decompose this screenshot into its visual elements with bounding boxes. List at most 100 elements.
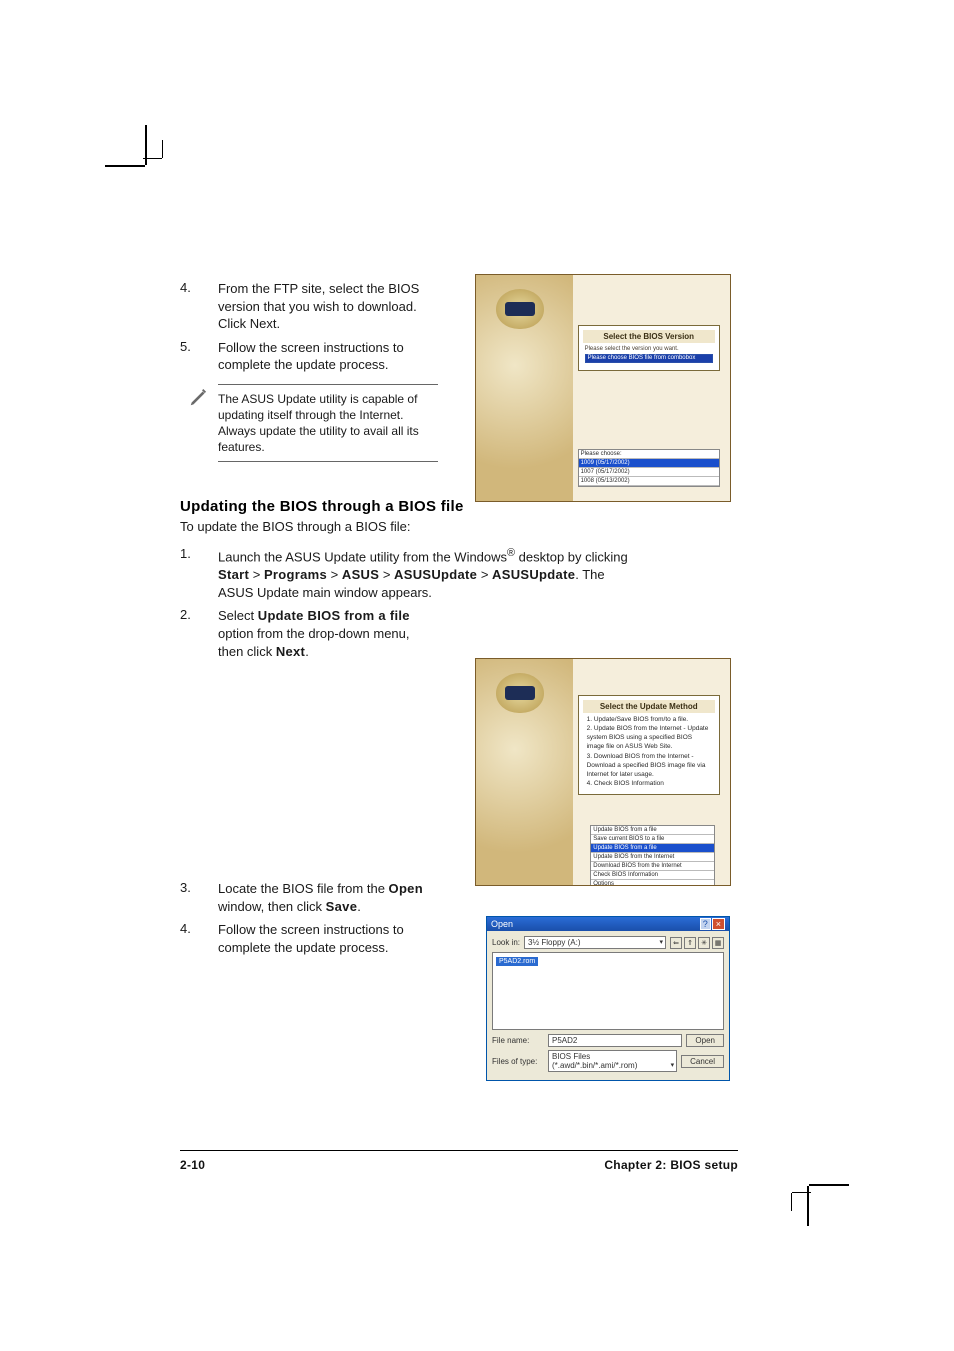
back-icon[interactable]: ⇐ <box>670 937 682 949</box>
help-close-icons: ?× <box>700 919 725 929</box>
lookin-dropdown[interactable]: 3½ Floppy (A:) <box>524 936 666 949</box>
close-icon[interactable]: × <box>712 918 725 930</box>
text: . <box>305 644 309 659</box>
method-option: 2. Update BIOS from the Internet - Updat… <box>587 724 711 751</box>
open-button[interactable]: Open <box>686 1034 724 1047</box>
text: Select <box>218 608 258 623</box>
reg-mark: ® <box>507 547 515 559</box>
note-box: The ASUS Update utility is capable of up… <box>180 384 438 463</box>
filetype-value: BIOS Files (*.awd/*.bin/*.ami/*.rom) <box>552 1052 637 1070</box>
start-label: Start <box>218 567 249 582</box>
dropdown-item[interactable]: Options <box>591 880 713 886</box>
item-number: 2. <box>180 607 218 660</box>
dialog-title: Open <box>491 919 513 929</box>
method-option: 4. Check BIOS Information <box>587 779 711 788</box>
cancel-button[interactable]: Cancel <box>681 1055 724 1068</box>
separator: > <box>249 567 264 582</box>
text: Launch the ASUS Update utility from the … <box>218 550 507 565</box>
item-text: Follow the screen instructions to comple… <box>218 921 438 956</box>
page-content: 4. From the FTP site, select the BIOS ve… <box>180 280 740 962</box>
choose-label: Please choose: <box>579 450 719 459</box>
dropdown-item[interactable]: Check BIOS Information <box>591 871 713 880</box>
section-sub: To update the BIOS through a BIOS file: <box>180 519 740 534</box>
separator: > <box>327 567 342 582</box>
panel-title: Select the Update Method <box>583 700 715 713</box>
version-option[interactable]: 1008 (05/13/2002) <box>579 477 719 486</box>
filename-label: File name: <box>492 1036 544 1045</box>
item-number: 4. <box>180 921 218 956</box>
dropdown-item[interactable]: Update BIOS from a file <box>591 844 713 853</box>
footer-rule <box>180 1150 738 1151</box>
method-options: 1. Update/Save BIOS from/to a file. 2. U… <box>583 713 715 790</box>
separator: > <box>379 567 394 582</box>
panel-title: Select the BIOS Version <box>583 330 715 343</box>
list-item: 2. Select Update BIOS from a file option… <box>180 607 438 660</box>
programs-label: Programs <box>264 567 327 582</box>
lookin-label: Look in: <box>492 938 520 947</box>
version-option[interactable]: 1009 (05/17/2002) <box>579 459 719 468</box>
file-instructions: 1. Launch the ASUS Update utility from t… <box>180 546 740 660</box>
item-text: Launch the ASUS Update utility from the … <box>218 546 640 601</box>
screenshot-select-bios-version: Select the BIOS Version Please select th… <box>475 274 731 502</box>
toolbar-icons: ⇐ ⇑ ✳ ▦ <box>670 937 724 949</box>
new-folder-icon[interactable]: ✳ <box>698 937 710 949</box>
dialog-titlebar: Open ?× <box>487 917 729 931</box>
filename-value: P5AD2 <box>552 1036 577 1045</box>
dropdown-item[interactable]: Update BIOS from the Internet <box>591 853 713 862</box>
chapter-label: Chapter 2: BIOS setup <box>604 1158 738 1172</box>
text: Locate the BIOS file from the <box>218 881 389 896</box>
method-panel: Select the Update Method 1. Update/Save … <box>578 695 720 795</box>
text: option from the drop-down menu, then cli… <box>218 626 410 659</box>
list-item: 4. From the FTP site, select the BIOS ve… <box>180 280 438 333</box>
item-text: Select Update BIOS from a file option fr… <box>218 607 438 660</box>
asus-logo-icon <box>496 289 544 329</box>
text: . <box>357 899 361 914</box>
list-item: 1. Launch the ASUS Update utility from t… <box>180 546 640 601</box>
next-label: Next <box>276 644 305 659</box>
version-option[interactable]: 1007 (05/17/2002) <box>579 468 719 477</box>
save-label: Save <box>326 899 358 914</box>
list-item: 4. Follow the screen instructions to com… <box>180 921 438 956</box>
filetype-dropdown[interactable]: BIOS Files (*.awd/*.bin/*.ami/*.rom) <box>548 1050 677 1072</box>
file-item[interactable]: P5AD2.rom <box>496 957 538 966</box>
item-text: Follow the screen instructions to comple… <box>218 339 438 374</box>
list-item: 3. Locate the BIOS file from the Open wi… <box>180 880 438 915</box>
file-list-area[interactable]: P5AD2.rom <box>492 952 724 1030</box>
filetype-label: Files of type: <box>492 1057 544 1066</box>
filename-input[interactable]: P5AD2 <box>548 1034 682 1047</box>
list-item: 5. Follow the screen instructions to com… <box>180 339 438 374</box>
text: window, then click <box>218 899 326 914</box>
item-number: 1. <box>180 546 218 601</box>
version-panel: Select the BIOS Version Please select th… <box>578 325 720 372</box>
asus-label: ASUS <box>342 567 379 582</box>
screenshot-select-update-method: Select the Update Method 1. Update/Save … <box>475 658 731 886</box>
open-label: Open <box>389 881 423 896</box>
bios-file-dropdown[interactable]: Please choose BIOS file from combobox <box>585 354 713 364</box>
asus-logo-icon <box>496 673 544 713</box>
dropdown-item[interactable]: Save current BIOS to a file <box>591 835 713 844</box>
lookin-value: 3½ Floppy (A:) <box>528 938 580 947</box>
method-option: 1. Update/Save BIOS from/to a file. <box>587 715 711 724</box>
page-footer: 2-10 Chapter 2: BIOS setup <box>180 1158 738 1172</box>
screenshot-open-dialog: Open ?× Look in: 3½ Floppy (A:) ⇐ ⇑ ✳ ▦ <box>486 916 730 1081</box>
help-icon[interactable]: ? <box>700 918 711 930</box>
asusupdate-label: ASUSUpdate <box>394 567 477 582</box>
item-text: From the FTP site, select the BIOS versi… <box>218 280 438 333</box>
option-label: Update BIOS from a file <box>258 608 410 623</box>
ftp-instructions: 4. From the FTP site, select the BIOS ve… <box>180 280 438 462</box>
dropdown-item[interactable]: Download BIOS from the Internet <box>591 862 713 871</box>
up-icon[interactable]: ⇑ <box>684 937 696 949</box>
note-text: The ASUS Update utility is capable of up… <box>218 384 438 463</box>
item-number: 5. <box>180 339 218 374</box>
views-icon[interactable]: ▦ <box>712 937 724 949</box>
pen-icon <box>188 386 210 408</box>
item-number: 4. <box>180 280 218 333</box>
item-number: 3. <box>180 880 218 915</box>
panel-hint: Please select the version you want. <box>585 346 713 354</box>
text: desktop by clicking <box>515 550 628 565</box>
method-dropdown[interactable]: Update BIOS from a file Save current BIO… <box>590 825 714 886</box>
asusupdate-label: ASUSUpdate <box>492 567 575 582</box>
dropdown-selected[interactable]: Update BIOS from a file <box>591 826 713 835</box>
page-number: 2-10 <box>180 1158 205 1172</box>
version-listbox[interactable]: Please choose: 1009 (05/17/2002) 1007 (0… <box>578 449 720 487</box>
